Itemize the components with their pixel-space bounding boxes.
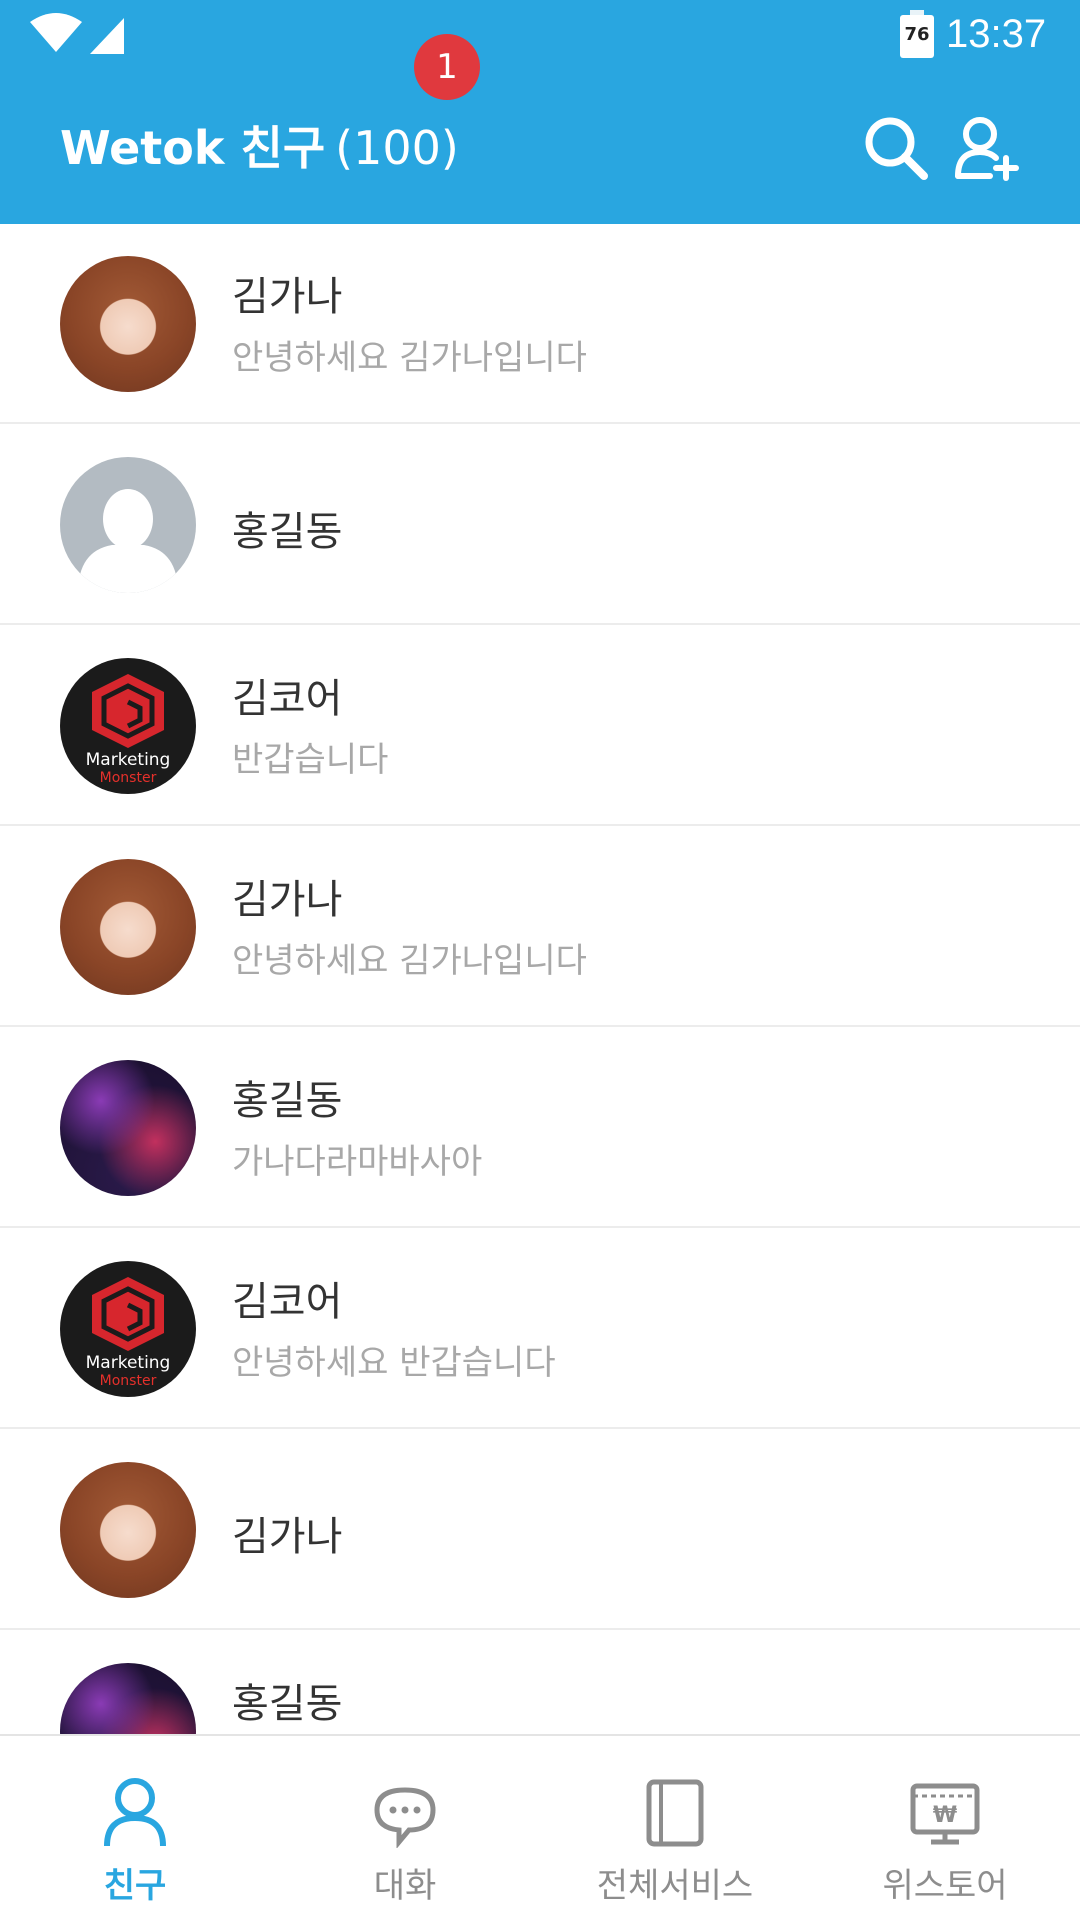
friend-status: 가나다라마바사아 bbox=[232, 1142, 483, 1182]
app-bar: Wetok 친구 (100) bbox=[0, 72, 1080, 224]
add-friend-button[interactable] bbox=[950, 112, 1022, 184]
page-title-text: Wetok 친구 bbox=[60, 121, 326, 175]
friend-row[interactable]: 김가나 안녕하세요 김가나입니다 bbox=[0, 827, 1080, 1027]
friend-name: 김코어 bbox=[232, 1279, 343, 1325]
book-icon bbox=[646, 1779, 704, 1847]
avatar bbox=[60, 256, 196, 392]
friend-status: 안녕하세요 김가나입니다 bbox=[232, 941, 587, 981]
tab-label: 위스토어 bbox=[882, 1866, 1008, 1906]
default-person-icon bbox=[78, 489, 178, 593]
status-bar: 76 13:37 bbox=[0, 0, 1080, 72]
person-icon bbox=[104, 1778, 166, 1847]
friend-name: 김가나 bbox=[232, 877, 343, 923]
search-button[interactable] bbox=[860, 112, 932, 184]
tab-label: 대화 bbox=[373, 1866, 437, 1906]
friend-row[interactable]: Marketing Monster 김코어 안녕하세요 반갑습니다 bbox=[0, 1229, 1080, 1429]
avatar bbox=[60, 457, 196, 593]
tab-store[interactable]: ₩ 위스토어 bbox=[810, 1736, 1080, 1922]
friend-status: 안녕하세요 반갑습니다 bbox=[232, 1343, 556, 1383]
tab-label: 친구 bbox=[103, 1866, 167, 1906]
logo-subtext: Monster bbox=[99, 1373, 157, 1389]
avatar: Marketing Monster bbox=[60, 658, 196, 794]
friend-row[interactable]: Marketing Monster 김코어 반갑습니다 bbox=[0, 626, 1080, 826]
friend-row[interactable]: 김가나 안녕하세요 김가나입니다 bbox=[0, 224, 1080, 424]
friend-list: 김가나 안녕하세요 김가나입니다 홍길동 Marketing Monster 김… bbox=[0, 224, 1080, 1734]
friend-name: 홍길동 bbox=[232, 509, 343, 555]
svg-text:₩: ₩ bbox=[933, 1803, 957, 1828]
friend-row[interactable]: 김가나 bbox=[0, 1430, 1080, 1630]
chat-bubble-icon bbox=[374, 1787, 436, 1848]
search-icon bbox=[865, 117, 928, 180]
friend-count: (100) bbox=[335, 121, 459, 175]
tab-label: 전체서비스 bbox=[596, 1866, 754, 1906]
wifi-icon bbox=[30, 13, 82, 52]
add-person-icon bbox=[955, 117, 1019, 181]
friend-row[interactable]: 홍길동 가나다라마바사아 bbox=[0, 1028, 1080, 1228]
friend-name: 김코어 bbox=[232, 676, 343, 722]
signal-icon bbox=[90, 18, 124, 54]
avatar: Marketing Monster bbox=[60, 1261, 196, 1397]
avatar bbox=[60, 1060, 196, 1196]
friend-name: 홍길동 bbox=[232, 1078, 343, 1124]
unread-badge: 1 bbox=[414, 34, 480, 100]
logo-subtext: Monster bbox=[99, 770, 157, 786]
logo-text: Marketing bbox=[85, 1353, 171, 1373]
bottom-tab-bar: 친구 대화 전체서비스 ₩ 위스토어 bbox=[0, 1734, 1080, 1920]
store-icon: ₩ bbox=[910, 1783, 980, 1845]
friend-status: 반갑습니다 bbox=[232, 740, 389, 780]
clock: 13:37 bbox=[946, 12, 1047, 56]
battery-icon: 76 bbox=[898, 10, 936, 58]
avatar bbox=[60, 1462, 196, 1598]
avatar bbox=[60, 1663, 196, 1734]
tab-friends[interactable]: 친구 bbox=[0, 1736, 270, 1922]
tab-chats[interactable]: 대화 bbox=[270, 1736, 540, 1922]
friend-row[interactable]: 홍길동 bbox=[0, 1631, 1080, 1734]
friend-status: 안녕하세요 김가나입니다 bbox=[232, 338, 587, 378]
avatar bbox=[60, 859, 196, 995]
page-title: Wetok 친구 (100) bbox=[60, 112, 459, 178]
friend-row[interactable]: 홍길동 bbox=[0, 425, 1080, 625]
friend-name: 김가나 bbox=[232, 274, 343, 320]
battery-level: 76 bbox=[904, 24, 930, 45]
tab-all-services[interactable]: 전체서비스 bbox=[540, 1736, 810, 1922]
friend-name: 김가나 bbox=[232, 1514, 343, 1560]
logo-text: Marketing bbox=[85, 750, 171, 770]
friend-name: 홍길동 bbox=[232, 1681, 343, 1727]
